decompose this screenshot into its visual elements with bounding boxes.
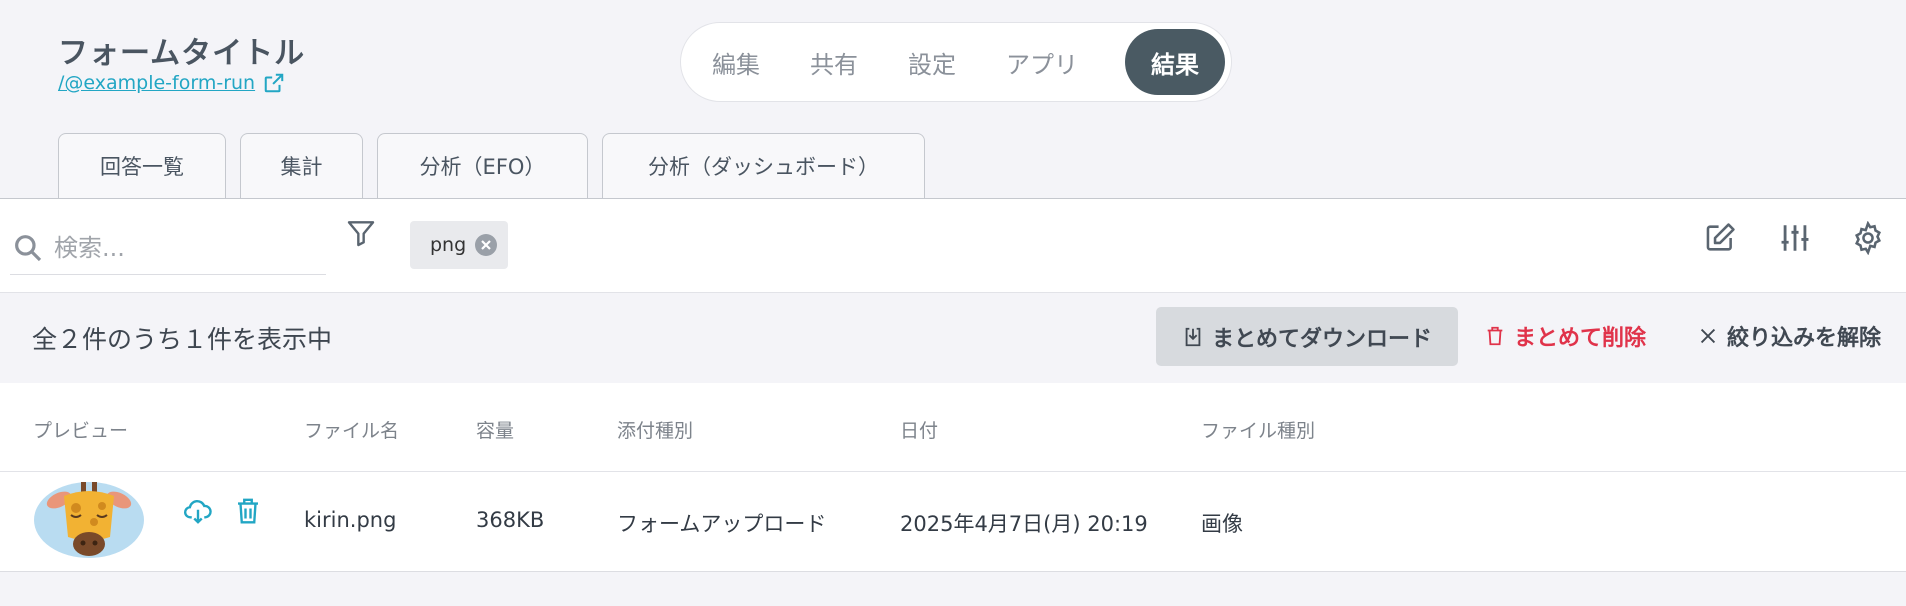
attachment-type: フォームアップロード xyxy=(617,512,827,536)
close-icon xyxy=(1700,328,1716,344)
bulk-download-button[interactable]: まとめてダウンロード xyxy=(1156,307,1458,366)
gear-icon[interactable] xyxy=(1851,221,1885,255)
result-tabs: 回答一覧 集計 分析（EFO） 分析（ダッシュボード） xyxy=(58,133,925,198)
form-link-label: /@example-form-run xyxy=(58,72,256,94)
filter-chip: png xyxy=(410,221,508,269)
result-count: 全２件のうち１件を表示中 xyxy=(32,325,333,354)
nav-edit[interactable]: 編集 xyxy=(687,29,785,95)
file-size: 368KB xyxy=(476,508,545,532)
filter-chip-label: png xyxy=(430,234,467,256)
form-title: フォームタイトル xyxy=(58,36,306,71)
bulk-download-label: まとめてダウンロード xyxy=(1211,326,1432,352)
col-attachment-type: 添付種別 xyxy=(617,420,694,442)
col-date: 日付 xyxy=(900,420,939,442)
col-file-name: ファイル名 xyxy=(304,420,400,442)
search-input[interactable] xyxy=(54,233,304,262)
files-table: プレビュー ファイル名 容量 添付種別 日付 ファイル種別 kirin.png … xyxy=(0,383,1906,572)
clear-filter-label: 絞り込みを解除 xyxy=(1727,326,1882,351)
bulk-delete-button[interactable]: まとめて削除 xyxy=(1484,320,1646,352)
tab-efo[interactable]: 分析（EFO） xyxy=(377,133,588,198)
file-type: 画像 xyxy=(1201,512,1243,536)
download-icon xyxy=(1185,327,1201,346)
giraffe-thumbnail[interactable] xyxy=(34,482,144,558)
clear-filter-button[interactable]: 絞り込みを解除 xyxy=(1697,320,1881,352)
mode-nav: 編集 共有 設定 アプリ 結果 xyxy=(680,22,1232,102)
search-box xyxy=(10,221,326,275)
form-link[interactable]: /@example-form-run xyxy=(58,72,285,94)
tab-responses[interactable]: 回答一覧 xyxy=(58,133,226,198)
toolbar: png xyxy=(0,199,1906,293)
trash-icon xyxy=(1487,326,1503,346)
nav-results[interactable]: 結果 xyxy=(1125,29,1225,95)
filter-button[interactable] xyxy=(345,217,377,253)
external-link-icon xyxy=(264,73,284,93)
table-header: プレビュー ファイル名 容量 添付種別 日付 ファイル種別 xyxy=(0,383,1906,472)
col-preview: プレビュー xyxy=(33,420,129,442)
col-size: 容量 xyxy=(476,420,515,442)
cloud-download-icon[interactable] xyxy=(183,496,213,526)
file-name[interactable]: kirin.png xyxy=(304,508,396,532)
nav-share[interactable]: 共有 xyxy=(785,29,883,95)
col-file-type: ファイル種別 xyxy=(1201,420,1316,442)
edit-icon[interactable] xyxy=(1703,221,1737,255)
search-icon xyxy=(15,234,42,261)
table-row[interactable]: kirin.png 368KB フォームアップロード 2025年4月7日(月) … xyxy=(0,472,1906,571)
filter-icon xyxy=(347,221,375,247)
nav-apps[interactable]: アプリ xyxy=(981,29,1103,95)
file-date: 2025年4月7日(月) 20:19 xyxy=(900,512,1148,536)
bulk-delete-label: まとめて削除 xyxy=(1514,326,1647,351)
column-settings-icon[interactable] xyxy=(1778,221,1812,255)
remove-chip-icon[interactable] xyxy=(474,233,498,257)
trash-icon[interactable] xyxy=(233,496,263,526)
tab-dashboard[interactable]: 分析（ダッシュボード） xyxy=(602,133,925,198)
nav-settings[interactable]: 設定 xyxy=(883,29,981,95)
tab-summary[interactable]: 集計 xyxy=(240,133,363,198)
